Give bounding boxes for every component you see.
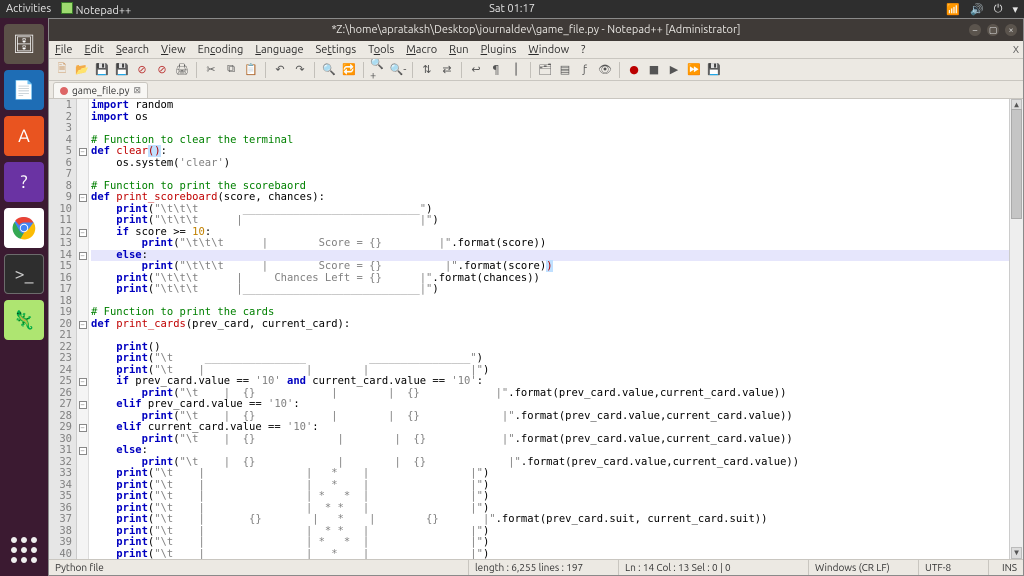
indent-guide-icon[interactable]: ⎮ <box>507 61 525 79</box>
status-insert-mode[interactable]: INS <box>989 560 1023 575</box>
window-title: *Z:\home\aprataksh\Desktop\journaldev\ga… <box>332 24 741 36</box>
help-launcher-icon[interactable]: ? <box>4 162 44 202</box>
app-indicator[interactable]: Notepad++ <box>61 2 131 17</box>
undo-icon[interactable]: ↶ <box>271 61 289 79</box>
doc-map-icon[interactable]: ▤ <box>556 61 574 79</box>
open-file-icon[interactable]: 📂 <box>73 61 91 79</box>
menu-plugins[interactable]: Plugins <box>481 44 517 56</box>
toolbar: 🗎 📂 💾 💾 ⊘ ⊘ 🖨 ✂ ⧉ 📋 ↶ ↷ 🔍 🔁 🔍+ 🔍- ⇅ ⇄ ↩ … <box>49 59 1023 81</box>
menu-view[interactable]: View <box>161 44 186 56</box>
redo-icon[interactable]: ↷ <box>291 61 309 79</box>
stop-macro-icon[interactable]: ■ <box>645 61 663 79</box>
menu-search[interactable]: Search <box>116 44 149 56</box>
menu-window[interactable]: Window <box>528 44 569 56</box>
tab-close-icon[interactable]: ⊠ <box>133 85 141 96</box>
copy-icon[interactable]: ⧉ <box>222 61 240 79</box>
save-macro-icon[interactable]: 💾 <box>705 61 723 79</box>
minimize-button[interactable]: – <box>969 24 981 36</box>
scroll-thumb[interactable] <box>1011 109 1022 219</box>
close-tab-icon[interactable]: ⊘ <box>133 61 151 79</box>
menu-macro[interactable]: Macro <box>406 44 437 56</box>
print-icon[interactable]: 🖨 <box>173 61 191 79</box>
fold-gutter[interactable]: − − − − − − − − − <box>77 99 89 559</box>
close-all-icon[interactable]: ⊘ <box>153 61 171 79</box>
code-area[interactable]: import randomimport os# Function to clea… <box>89 99 1009 559</box>
menu-language[interactable]: Language <box>255 44 303 56</box>
show-apps-icon[interactable] <box>4 530 44 570</box>
terminal-launcher-icon[interactable]: >_ <box>4 254 44 294</box>
window-titlebar[interactable]: *Z:\home\aprataksh\Desktop\journaldev\ga… <box>49 19 1023 41</box>
network-icon[interactable]: 📶 <box>946 3 960 16</box>
code-editor[interactable]: 1 2 3 4 5 6 7 8 9 10 11 12 13 14 15 16 1… <box>49 99 1023 559</box>
notepadpp-window: *Z:\home\aprataksh\Desktop\journaldev\ga… <box>48 18 1024 576</box>
vertical-scrollbar[interactable]: ▲ ▼ <box>1009 99 1023 559</box>
record-macro-icon[interactable]: ● <box>625 61 643 79</box>
save-all-icon[interactable]: 💾 <box>113 61 131 79</box>
status-position: Ln : 14 Col : 13 Sel : 0 | 0 <box>619 560 809 575</box>
replace-icon[interactable]: 🔁 <box>340 61 358 79</box>
allchars-icon[interactable]: ¶ <box>487 61 505 79</box>
menu-encoding[interactable]: Encoding <box>198 44 244 56</box>
launcher-dock: 🗄 📄 A ? >_ 🦎 <box>0 18 48 576</box>
func-list-icon[interactable]: ƒ <box>576 61 594 79</box>
wordwrap-icon[interactable]: ↩ <box>467 61 485 79</box>
zoom-in-icon[interactable]: 🔍+ <box>369 61 387 79</box>
menu-help[interactable]: ? <box>581 44 585 56</box>
tab-game-file[interactable]: game_file.py ⊠ <box>53 82 148 98</box>
save-icon[interactable]: 💾 <box>93 61 111 79</box>
find-icon[interactable]: 🔍 <box>320 61 338 79</box>
paste-icon[interactable]: 📋 <box>242 61 260 79</box>
folder-view-icon[interactable]: 🗂 <box>536 61 554 79</box>
menu-tools[interactable]: Tools <box>368 44 394 56</box>
writer-launcher-icon[interactable]: 📄 <box>4 70 44 110</box>
notepadpp-launcher-icon[interactable]: 🦎 <box>4 300 44 340</box>
tab-modified-icon <box>60 87 68 95</box>
activities-button[interactable]: Activities <box>6 3 51 15</box>
software-launcher-icon[interactable]: A <box>4 116 44 156</box>
menubar-close-icon[interactable]: X <box>1013 44 1019 55</box>
menubar: File Edit Search View Encoding Language … <box>49 41 1023 59</box>
line-number-gutter: 1 2 3 4 5 6 7 8 9 10 11 12 13 14 15 16 1… <box>49 99 77 559</box>
zoom-out-icon[interactable]: 🔍- <box>389 61 407 79</box>
cut-icon[interactable]: ✂ <box>202 61 220 79</box>
clock[interactable]: Sat 01:17 <box>489 3 535 15</box>
statusbar: Python file length : 6,255 lines : 197 L… <box>49 559 1023 575</box>
close-button[interactable]: × <box>1005 24 1017 36</box>
maximize-button[interactable]: ▢ <box>987 24 999 36</box>
status-eol[interactable]: Windows (CR LF) <box>809 560 919 575</box>
play-macro-icon[interactable]: ▶ <box>665 61 683 79</box>
tab-label: game_file.py <box>72 85 129 96</box>
scroll-down-icon[interactable]: ▼ <box>1011 547 1022 559</box>
tab-strip: game_file.py ⊠ <box>49 81 1023 99</box>
system-menu-chevron-icon[interactable]: ▾ <box>1012 3 1018 16</box>
status-encoding[interactable]: UTF-8 <box>919 560 989 575</box>
files-launcher-icon[interactable]: 🗄 <box>4 24 44 64</box>
gnome-topbar: Activities Notepad++ Sat 01:17 📶 🔊 ⏻ ▾ <box>0 0 1024 18</box>
power-icon[interactable]: ⏻ <box>994 3 1003 16</box>
chrome-launcher-icon[interactable] <box>4 208 44 248</box>
menu-edit[interactable]: Edit <box>84 44 104 56</box>
monitor-icon[interactable]: 👁 <box>596 61 614 79</box>
menu-file[interactable]: File <box>55 44 72 56</box>
status-filetype: Python file <box>49 560 469 575</box>
menu-run[interactable]: Run <box>449 44 468 56</box>
new-file-icon[interactable]: 🗎 <box>53 61 71 79</box>
sync-v-icon[interactable]: ⇅ <box>418 61 436 79</box>
status-length: length : 6,255 lines : 197 <box>469 560 619 575</box>
volume-icon[interactable]: 🔊 <box>970 3 984 16</box>
menu-settings[interactable]: Settings <box>316 44 357 56</box>
sync-h-icon[interactable]: ⇄ <box>438 61 456 79</box>
playn-macro-icon[interactable]: ⏩ <box>685 61 703 79</box>
